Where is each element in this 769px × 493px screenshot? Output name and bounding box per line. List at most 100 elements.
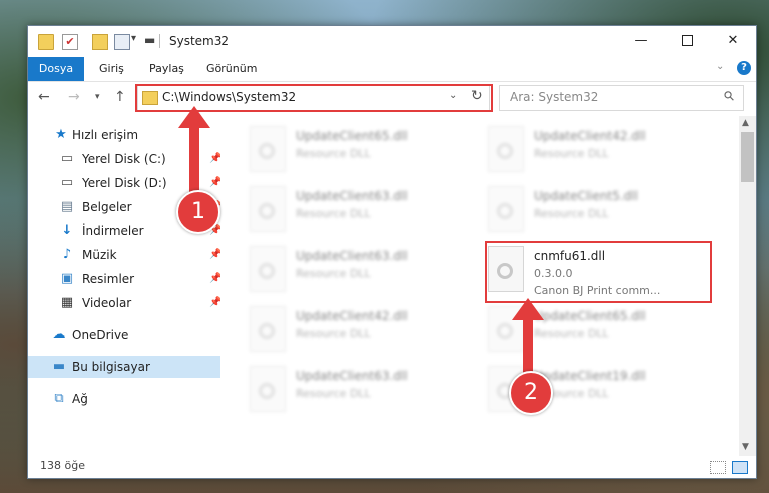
file-name: UpdateClient42.dll [534,129,646,143]
file-item[interactable]: UpdateClient63.dll Resource DLL [250,186,470,242]
sidebar-item-videos[interactable]: ▦ Videolar 📌 [28,292,222,314]
folder-icon[interactable] [38,34,54,50]
file-item[interactable]: UpdateClient42.dll Resource DLL [250,306,470,362]
music-icon: ♪ [62,247,72,262]
file-name: UpdateClient19.dll [534,369,646,383]
documents-icon: ▤ [60,199,74,214]
file-item[interactable]: UpdateClient63.dll Resource DLL [250,366,470,422]
videos-icon: ▦ [60,295,74,310]
new-folder-icon[interactable] [92,34,108,50]
sidebar-item-this-pc[interactable]: ▬ Bu bilgisayar [28,356,220,378]
window-title: System32 [169,34,230,48]
file-name: UpdateClient63.dll [296,249,408,263]
star-icon: ★ [55,127,67,142]
file-name: UpdateClient5.dll [534,189,638,203]
file-name: UpdateClient63.dll [296,189,408,203]
ribbon-tabs: Dosya Giriş Paylaş Görünüm ⌄ ? [28,57,756,82]
title-bar: ✔ ▾ ▬ System32 — ✕ [28,26,756,57]
scroll-up-icon[interactable]: ▲ [742,118,749,128]
file-highlight-box [485,241,712,303]
properties-icon[interactable] [114,34,130,50]
callout-arrow-1 [189,126,199,200]
dll-file-icon [488,126,524,172]
properties-check-icon[interactable]: ✔ [62,34,78,50]
file-description: Resource DLL [296,147,371,160]
tab-giris[interactable]: Giriş [99,57,124,81]
file-item[interactable]: UpdateClient65.dll Resource DLL [250,126,470,182]
sidebar-item-label: Resimler [82,272,135,286]
dll-file-icon [250,126,286,172]
dll-file-icon [250,246,286,292]
sidebar-item-music[interactable]: ♪ Müzik 📌 [28,244,222,266]
file-description: Resource DLL [534,147,609,160]
file-explorer-window: ✔ ▾ ▬ System32 — ✕ Dosya Giriş Paylaş Gö… [27,25,757,479]
help-icon[interactable]: ? [737,61,751,75]
sidebar-item-label: Müzik [82,248,117,262]
file-item[interactable]: UpdateClient42.dll Resource DLL [488,126,708,182]
dll-file-icon [250,306,286,352]
scroll-thumb[interactable] [741,132,754,182]
sidebar-item-label: Yerel Disk (C:) [82,152,166,166]
file-description: Resource DLL [296,327,371,340]
search-input[interactable]: Ara: System32 ⚲ [499,85,744,111]
download-icon: ↓ [61,223,73,238]
item-count: 138 öğe [40,459,85,472]
callout-badge-1: 1 [176,190,220,234]
close-button[interactable]: ✕ [710,26,756,57]
scroll-down-icon[interactable]: ▼ [742,442,749,452]
quick-access-dropdown-icon[interactable]: ▾ [131,33,136,44]
customize-toolbar-icon[interactable]: ▬ [144,33,155,47]
file-name: UpdateClient42.dll [296,309,408,323]
sidebar-item-label: OneDrive [72,328,129,342]
sidebar-item-label: İndirmeler [82,224,144,238]
callout-arrowhead-2 [512,298,544,320]
minimize-button[interactable]: — [618,26,664,57]
maximize-icon [681,35,693,46]
file-name: UpdateClient65.dll [534,309,646,323]
file-list: UpdateClient65.dll Resource DLL UpdateCl… [220,116,739,456]
sidebar-item-label: Hızlı erişim [72,128,139,142]
dll-file-icon [250,366,286,412]
drive-icon: ▭ [60,175,74,190]
file-description: Resource DLL [296,267,371,280]
sidebar-item-label: Yerel Disk (D:) [82,176,167,190]
recent-locations-icon[interactable]: ▾ [95,92,100,102]
dll-file-icon [250,186,286,232]
cloud-icon: ☁ [52,327,66,342]
sidebar-item-onedrive[interactable]: ☁ OneDrive [28,324,220,346]
forward-arrow-icon[interactable]: → [68,89,80,105]
sidebar-item-network[interactable]: ⧉ Ağ [28,388,220,410]
file-name: UpdateClient63.dll [296,369,408,383]
file-description: Resource DLL [534,327,609,340]
navigation-bar: ← → ▾ ↑ C:\Windows\System32 ⌄ ↻ Ara: Sys… [28,82,756,114]
tab-paylas[interactable]: Paylaş [149,57,184,81]
sidebar-item-label: Ağ [72,392,88,406]
sidebar-item-label: Belgeler [82,200,132,214]
pictures-icon: ▣ [60,271,74,286]
status-bar: 138 öğe [28,456,756,478]
search-icon[interactable]: ⚲ [722,88,739,105]
network-icon: ⧉ [54,391,64,406]
sidebar-item-pictures[interactable]: ▣ Resimler 📌 [28,268,222,290]
callout-badge-2: 2 [509,371,553,415]
file-item[interactable]: UpdateClient5.dll Resource DLL [488,186,708,242]
callout-arrowhead-1 [178,106,210,128]
up-arrow-icon[interactable]: ↑ [114,89,126,105]
large-icons-view-icon[interactable] [732,461,748,474]
maximize-button[interactable] [664,26,710,57]
tab-dosya[interactable]: Dosya [28,57,84,81]
drive-icon: ▭ [60,151,74,166]
details-view-icon[interactable] [710,461,726,474]
file-item[interactable]: UpdateClient63.dll Resource DLL [250,246,470,302]
file-description: Resource DLL [296,207,371,220]
search-placeholder: Ara: System32 [510,90,599,104]
expand-ribbon-icon[interactable]: ⌄ [716,61,724,72]
sidebar-item-label: Videolar [82,296,132,310]
tab-gorunum[interactable]: Görünüm [206,57,257,81]
computer-icon: ▬ [52,359,66,374]
file-description: Resource DLL [296,387,371,400]
vertical-scrollbar[interactable]: ▲ ▼ [739,116,756,456]
back-arrow-icon[interactable]: ← [38,89,50,105]
title-separator [159,34,160,48]
sidebar-item-label: Bu bilgisayar [72,360,150,374]
